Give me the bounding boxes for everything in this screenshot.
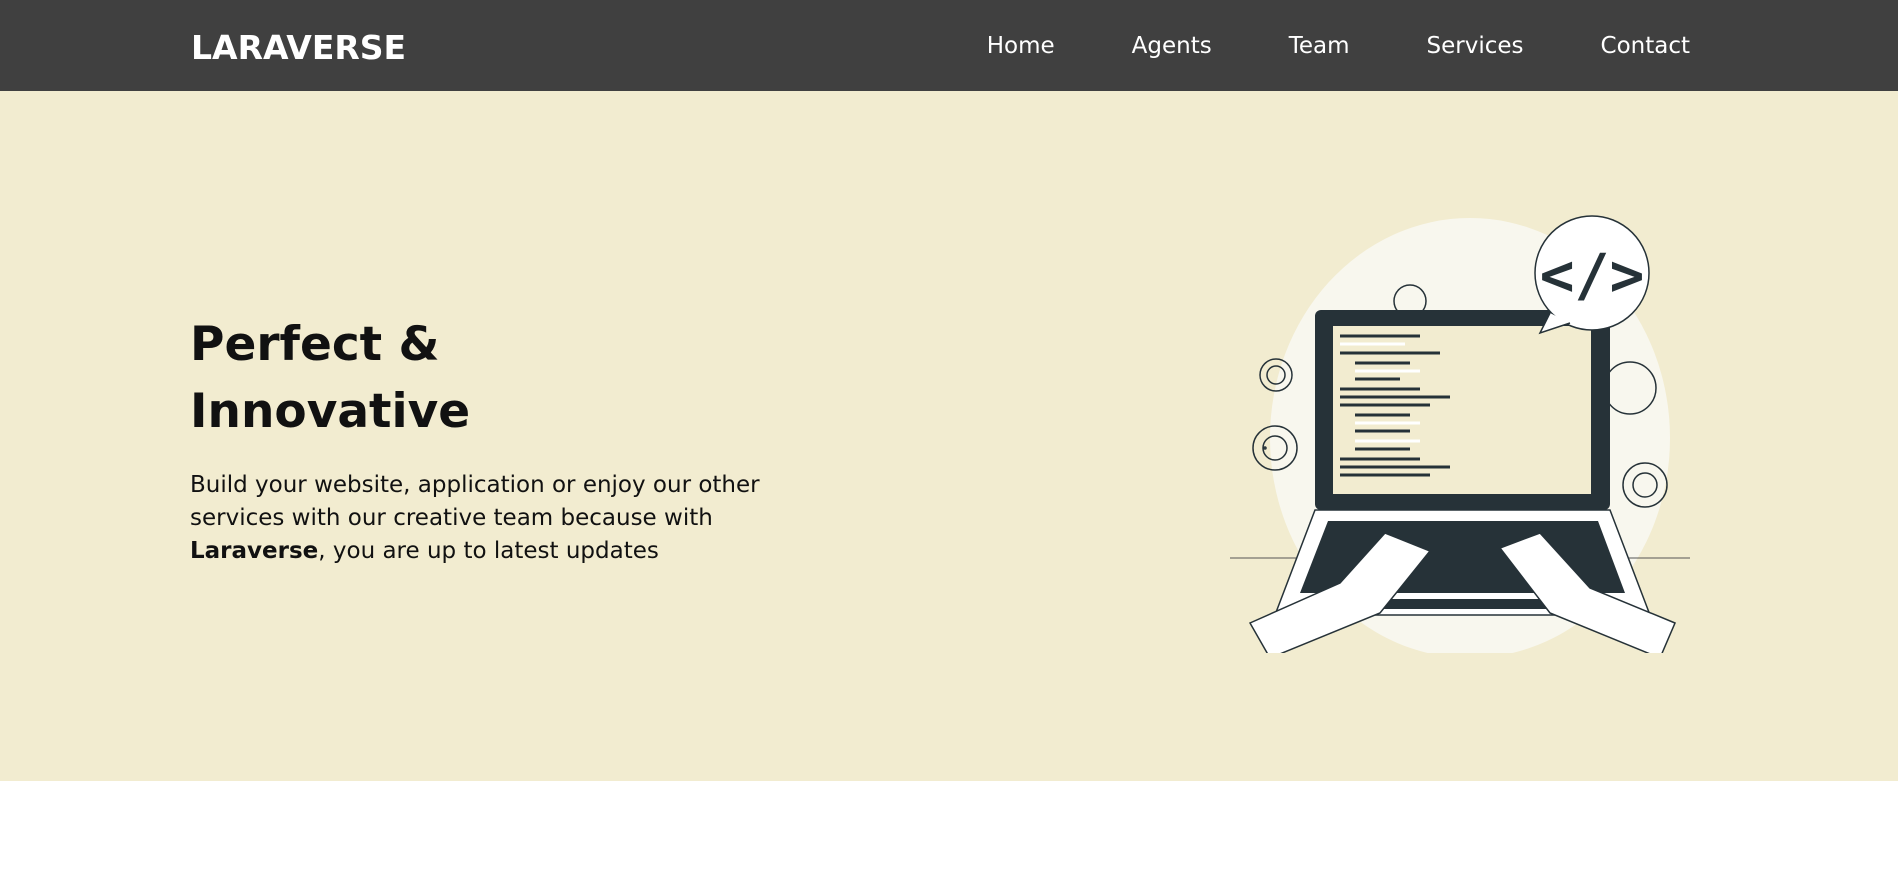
laptop-coding-illustration: </>: [1230, 215, 1690, 653]
brand-name: Laraverse: [190, 538, 319, 564]
logo[interactable]: LARAVERSE: [191, 28, 406, 67]
nav-home[interactable]: Home: [987, 33, 1055, 59]
nav-team[interactable]: Team: [1289, 33, 1350, 59]
nav-agents[interactable]: Agents: [1132, 33, 1212, 59]
navbar: LARAVERSE Home Agents Team Services Cont…: [0, 0, 1898, 91]
hero-title: Perfect & Innovative: [190, 311, 590, 445]
desc-text: Build your website, application or enjoy…: [190, 472, 760, 531]
nav-contact[interactable]: Contact: [1601, 33, 1690, 59]
hero-section: Perfect & Innovative Build your website, …: [0, 91, 1898, 781]
title-line-1: Perfect &: [190, 317, 440, 372]
hero-description: Build your website, application or enjoy…: [190, 469, 760, 568]
main-menu: Home Agents Team Services Contact: [910, 0, 1690, 91]
desc-text-end: , you are up to latest updates: [318, 538, 659, 564]
svg-text:</>: </>: [1540, 241, 1645, 309]
nav-services[interactable]: Services: [1427, 33, 1524, 59]
title-line-2: Innovative: [190, 384, 471, 439]
